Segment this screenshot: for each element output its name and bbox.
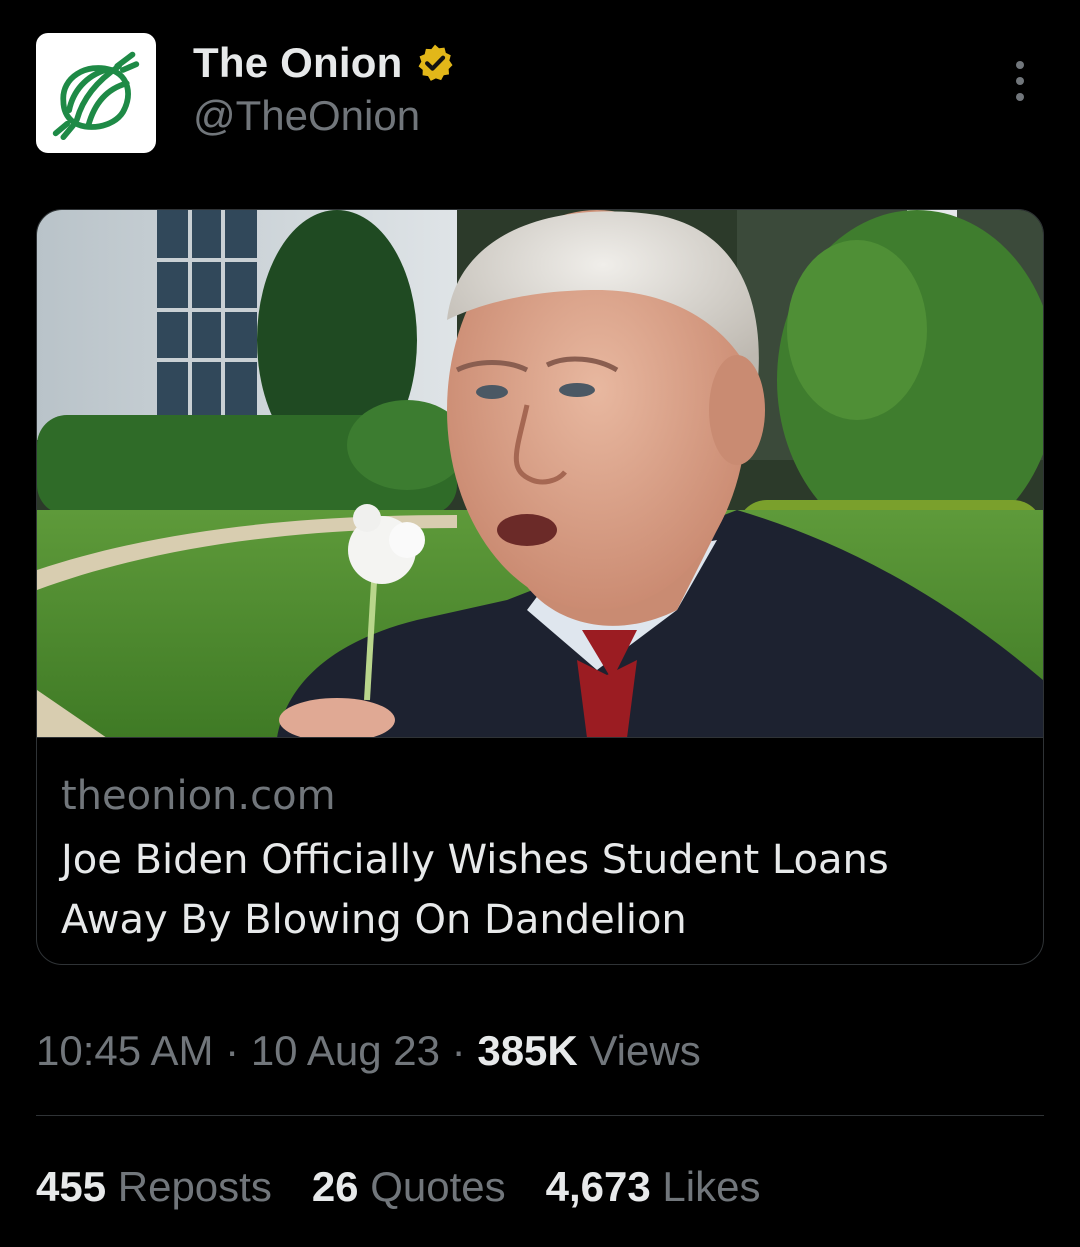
views-label: Views bbox=[589, 1027, 701, 1074]
avatar[interactable] bbox=[36, 33, 156, 153]
quotes-count: 26 bbox=[311, 1163, 359, 1210]
author-display-name[interactable]: The Onion bbox=[193, 39, 402, 87]
tweet-date[interactable]: 10 Aug 23 bbox=[251, 1027, 440, 1074]
likes-label: Likes bbox=[662, 1163, 761, 1210]
link-preview-card[interactable]: theonion.com Joe Biden Officially Wishes… bbox=[36, 209, 1044, 965]
views-count: 385K bbox=[477, 1027, 578, 1074]
more-vertical-icon bbox=[1016, 61, 1024, 69]
meta-separator: · bbox=[225, 1027, 240, 1074]
quotes-stat[interactable]: 26 Quotes bbox=[312, 1163, 506, 1211]
tweet-time[interactable]: 10:45 AM bbox=[36, 1027, 213, 1074]
card-domain[interactable]: theonion.com bbox=[61, 773, 336, 819]
quotes-label: Quotes bbox=[370, 1163, 506, 1210]
likes-count: 4,673 bbox=[545, 1163, 651, 1210]
divider bbox=[36, 1115, 1044, 1116]
onion-logo-icon bbox=[52, 51, 140, 141]
meta-separator: · bbox=[451, 1027, 466, 1074]
author-handle[interactable]: @TheOnion bbox=[193, 92, 420, 140]
verified-badge-icon[interactable] bbox=[414, 42, 456, 84]
card-image[interactable] bbox=[37, 210, 1043, 738]
reposts-stat[interactable]: 455 Reposts bbox=[36, 1163, 272, 1211]
more-options-button[interactable] bbox=[1000, 56, 1040, 106]
reposts-count: 455 bbox=[36, 1163, 107, 1210]
card-title[interactable]: Joe Biden Officially Wishes Student Loan… bbox=[61, 830, 1001, 950]
card-divider bbox=[37, 737, 1043, 738]
likes-stat[interactable]: 4,673 Likes bbox=[546, 1163, 761, 1211]
author-name-row[interactable]: The Onion bbox=[193, 37, 456, 89]
tweet-meta: 10:45 AM · 10 Aug 23 · 385K Views bbox=[36, 1027, 701, 1075]
reposts-label: Reposts bbox=[117, 1163, 272, 1210]
engagement-stats: 455 Reposts 26 Quotes 4,673 Likes bbox=[36, 1163, 760, 1211]
